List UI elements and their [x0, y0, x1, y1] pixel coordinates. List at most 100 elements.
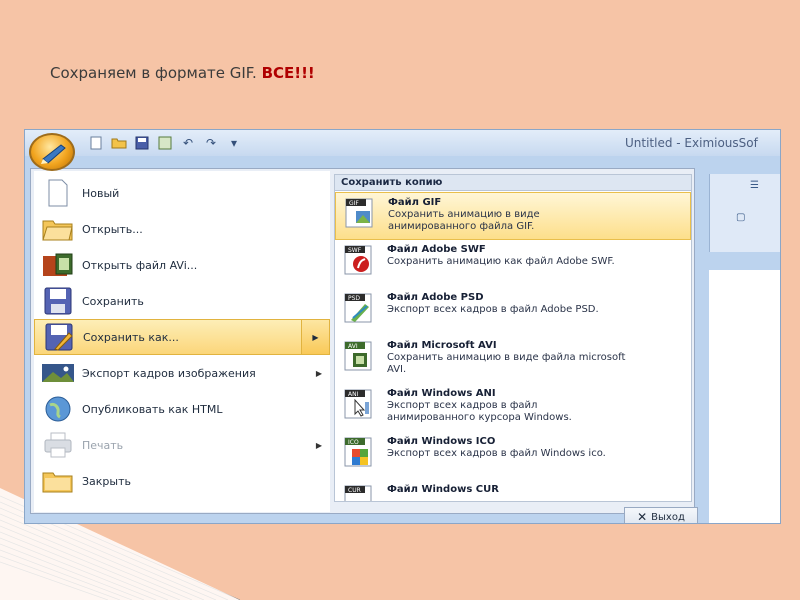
save-psd-option[interactable]: PSD Файл Adobe PSD Экспорт всех кадров в … [335, 288, 691, 336]
menu-item-close-label: Закрыть [82, 474, 131, 488]
open-folder-icon[interactable] [110, 134, 128, 151]
menu-item-print[interactable]: Печать ▶ [34, 427, 330, 463]
pencil-icon [41, 144, 66, 164]
avi-option-title: Файл Microsoft AVI [387, 340, 497, 351]
gif-option-text: Файл GIF Сохранить анимацию в виде анимиро… [388, 197, 540, 233]
ico-option-title: Файл Windows ICO [387, 436, 496, 447]
menu-item-close[interactable]: Закрыть [34, 463, 330, 499]
submenu-title: Сохранить копию [335, 175, 691, 191]
dropdown-icon[interactable]: ▾ [225, 134, 243, 151]
menu-item-open-avi-label: Открыть файл AVi... [82, 258, 198, 272]
save-avi-option[interactable]: AVI Файл Microsoft AVI Сохранить анимацию… [335, 336, 691, 384]
swf-option-desc: Сохранить анимацию как файл Adobe SWF. [387, 256, 615, 267]
shape-icon[interactable]: ▢ [736, 212, 745, 223]
avi-badge: AVI [348, 343, 358, 350]
printer-icon [40, 429, 76, 461]
quick-access-toolbar: ↶ ↷ ▾ [87, 134, 243, 151]
ico-option-text: Файл Windows ICO Экспорт всех кадров в фа… [387, 436, 606, 460]
gif-option-desc: Сохранить анимацию в виде [388, 209, 540, 220]
save-ani-option[interactable]: ANI Файл Windows ANI Экспорт всех кадров … [335, 384, 691, 432]
menu-item-save[interactable]: Сохранить [34, 283, 330, 319]
undo-icon[interactable]: ↶ [179, 134, 197, 151]
cur-option-text: Файл Windows CUR [387, 484, 499, 496]
ico-badge: ICO [348, 439, 359, 446]
menu-item-new[interactable]: Новый [34, 175, 330, 211]
ani-option-desc: Экспорт всех кадров в файл [387, 400, 538, 411]
app-menu-button[interactable] [29, 133, 75, 171]
menu-item-open-label: Открыть... [82, 222, 143, 236]
close-icon: ✕ [637, 510, 648, 524]
swf-option-title: Файл Adobe SWF [387, 244, 486, 255]
psd-file-icon: PSD [344, 293, 372, 323]
ribbon-background: ☰ ▢ [709, 174, 780, 252]
menu-item-export-frames[interactable]: Экспорт кадров изображения ▶ [34, 355, 330, 391]
save-as-icon [41, 321, 77, 353]
gif-option-desc2: анимированного файла GIF. [388, 221, 535, 232]
slide-title-highlight: ВСЕ!!! [261, 64, 315, 82]
menu-item-publish-html-label: Опубликовать как HTML [82, 402, 223, 416]
ani-option-text: Файл Windows ANI Экспорт всех кадров в фа… [387, 388, 572, 424]
exit-button[interactable]: ✕ Выход [624, 507, 698, 524]
psd-option-desc: Экспорт всех кадров в файл Adobe PSD. [387, 304, 599, 315]
save-icon[interactable] [133, 134, 151, 151]
avi-option-text: Файл Microsoft AVI Сохранить анимацию в в… [387, 340, 625, 376]
slide-title: Сохраняем в формате GIF. ВСЕ!!! [50, 64, 315, 82]
menu-item-open-avi[interactable]: Открыть файл AVi... [34, 247, 330, 283]
cur-badge: CUR [348, 487, 361, 494]
save-cur-option[interactable]: CUR Файл Windows CUR [335, 480, 691, 501]
menu-item-print-label: Печать [82, 438, 124, 452]
ico-file-icon: ICO [344, 437, 372, 467]
open-folder-icon [40, 213, 76, 245]
swf-file-icon: SWF [344, 245, 372, 275]
slide-title-text: Сохраняем в формате GIF. [50, 64, 262, 82]
globe-icon [40, 393, 76, 425]
menu-item-new-label: Новый [82, 186, 120, 200]
exit-button-label: Выход [651, 511, 685, 523]
menu-item-save-label: Сохранить [82, 294, 144, 308]
cur-file-icon: CUR [344, 485, 372, 501]
new-document-icon [40, 177, 76, 209]
window-title: Untitled - EximiousSof [625, 136, 758, 150]
file-menu-commands: Новый Открыть... Открыть файл AVi... Сох… [34, 171, 330, 512]
close-folder-icon [40, 465, 76, 497]
ani-option-desc2: анимированного курсора Windows. [387, 412, 572, 423]
avi-file-icon: AVI [344, 341, 372, 371]
title-bar: ↶ ↷ ▾ Untitled - EximiousSof [25, 130, 780, 156]
new-doc-icon[interactable] [87, 134, 105, 151]
line-style-icon[interactable]: ☰ [750, 180, 759, 191]
psd-badge: PSD [348, 295, 360, 302]
gif-option-title: Файл GIF [388, 197, 442, 208]
ani-option-title: Файл Windows ANI [387, 388, 496, 399]
swf-option-text: Файл Adobe SWF Сохранить анимацию как фай… [387, 244, 615, 268]
submenu-arrow-icon: ▶ [315, 440, 322, 450]
ico-option-desc: Экспорт всех кадров в файл Windows ico. [387, 448, 606, 459]
avi-option-desc: Сохранить анимацию в виде файла microsof… [387, 352, 626, 363]
save-icon [40, 285, 76, 317]
menu-item-export-frames-label: Экспорт кадров изображения [82, 366, 256, 380]
submenu-arrow-icon: ▶ [315, 368, 322, 378]
cur-option-title: Файл Windows CUR [387, 484, 499, 495]
film-icon[interactable] [156, 134, 174, 151]
menu-item-save-as[interactable]: Сохранить как... ▶ [34, 319, 330, 355]
film-icon [40, 249, 76, 281]
app-window: ↶ ↷ ▾ Untitled - EximiousSof ☰ ▢ Новый О… [24, 129, 781, 524]
image-export-icon [40, 357, 76, 389]
swf-badge: SWF [348, 247, 362, 254]
psd-option-text: Файл Adobe PSD Экспорт всех кадров в файл… [387, 292, 599, 316]
redo-icon[interactable]: ↷ [202, 134, 220, 151]
save-ico-option[interactable]: ICO Файл Windows ICO Экспорт всех кадров … [335, 432, 691, 480]
avi-option-desc2: AVI. [387, 364, 407, 375]
menu-item-save-as-label: Сохранить как... [83, 330, 179, 344]
save-copy-submenu: Сохранить копию GIF Файл GIF Сохранить ан… [334, 174, 692, 502]
save-as-submenu-arrow[interactable]: ▶ [301, 320, 329, 354]
gif-badge: GIF [349, 200, 359, 207]
file-menu: Новый Открыть... Открыть файл AVi... Сох… [30, 168, 698, 523]
ani-file-icon: ANI [344, 389, 372, 419]
menu-item-publish-html[interactable]: Опубликовать как HTML [34, 391, 330, 427]
save-gif-option[interactable]: GIF Файл GIF Сохранить анимацию в виде ани… [335, 192, 691, 240]
menu-item-open[interactable]: Открыть... [34, 211, 330, 247]
psd-option-title: Файл Adobe PSD [387, 292, 484, 303]
canvas-area[interactable] [709, 270, 780, 523]
ani-badge: ANI [348, 391, 359, 398]
save-swf-option[interactable]: SWF Файл Adobe SWF Сохранить анимацию как… [335, 240, 691, 288]
